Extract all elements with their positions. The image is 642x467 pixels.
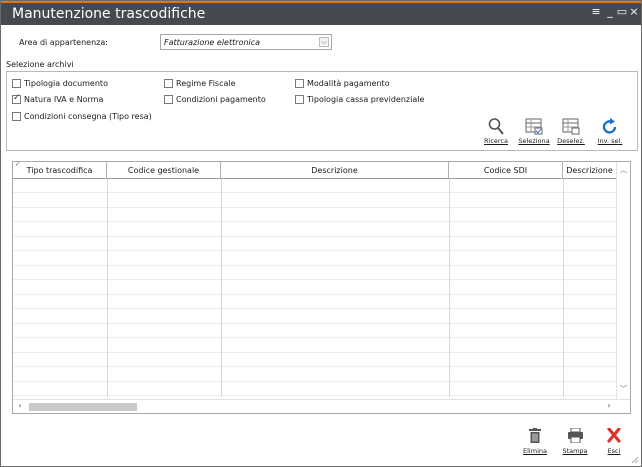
checkbox-condizioni-consegna[interactable]: Condizioni consegna (Tipo resa) — [12, 112, 152, 121]
main-window: Manutenzione trascodifiche ≡ _ ▭ × Area … — [0, 0, 642, 467]
column-divider — [563, 179, 564, 397]
table-row[interactable] — [13, 382, 616, 396]
trascodifiche-grid[interactable]: ✓ Tipo trascodifica Codice gestionale De… — [12, 161, 631, 414]
area-select[interactable]: Fatturazione elettronica ⌵ — [160, 34, 332, 50]
area-select-value: Fatturazione elettronica — [164, 38, 261, 47]
checkbox-box[interactable] — [164, 95, 173, 104]
checkbox-label: Condizioni pagamento — [176, 95, 266, 104]
chevron-down-icon[interactable]: ﹀ — [617, 384, 630, 396]
window-title: Manutenzione trascodifiche — [12, 6, 206, 22]
selezione-archivi-label: Selezione archivi — [6, 60, 74, 69]
table-row[interactable] — [13, 324, 616, 338]
table-deselect-icon — [556, 117, 586, 135]
checkbox-box[interactable] — [164, 79, 173, 88]
checkbox-natura-iva[interactable]: Natura IVA e Norma — [12, 93, 104, 104]
esci-button[interactable]: Esci — [599, 427, 629, 455]
scrollbar-thumb[interactable] — [29, 403, 137, 411]
checkbox-box[interactable] — [295, 79, 304, 88]
printer-icon — [567, 427, 583, 444]
checkbox-box[interactable] — [12, 93, 21, 104]
horizontal-scrollbar[interactable]: ‹ › — [13, 399, 630, 413]
stampa-button[interactable]: Stampa — [560, 427, 590, 455]
table-select-icon — [517, 117, 551, 135]
checkbox-box[interactable] — [12, 112, 21, 121]
column-divider — [221, 179, 222, 397]
selezione-archivi-panel: Tipologia documento Regime Fiscale Modal… — [6, 71, 638, 151]
title-bar: Manutenzione trascodifiche ≡ _ ▭ × — [1, 1, 641, 25]
table-row[interactable] — [13, 179, 616, 193]
table-row[interactable] — [13, 353, 616, 367]
deselez-button[interactable]: Deselez. — [556, 117, 586, 145]
chevron-up-icon[interactable]: ︿ — [617, 165, 630, 177]
table-row[interactable] — [13, 368, 616, 382]
column-divider — [107, 179, 108, 397]
close-icon[interactable]: × — [627, 5, 641, 18]
checkbox-label: Natura IVA e Norma — [24, 95, 104, 104]
area-label: Area di appartenenza: — [19, 38, 108, 47]
seleziona-label: Seleziona — [518, 137, 550, 145]
table-row[interactable] — [13, 208, 616, 222]
vertical-scrollbar[interactable]: ︿ ﹀ — [616, 162, 630, 399]
table-row[interactable] — [13, 295, 616, 309]
ricerca-label: Ricerca — [484, 137, 508, 145]
esci-label: Esci — [607, 447, 621, 455]
grid-header: ✓ Tipo trascodifica Codice gestionale De… — [13, 162, 630, 179]
column-header-tipo-trascodifica[interactable]: Tipo trascodifica — [13, 162, 107, 179]
checkbox-tipologia-documento[interactable]: Tipologia documento — [12, 79, 108, 88]
column-header-codice-sdi[interactable]: Codice SDI — [449, 162, 563, 179]
inv-sel-button[interactable]: Inv. sel. — [593, 117, 627, 145]
checkbox-condizioni-pagamento[interactable]: Condizioni pagamento — [164, 95, 266, 104]
chevron-right-icon[interactable]: › — [603, 401, 615, 410]
checkbox-box[interactable] — [12, 79, 21, 88]
table-row[interactable] — [13, 194, 616, 208]
checkbox-label: Modalità pagamento — [307, 79, 390, 88]
chevron-down-icon[interactable]: ⌵ — [319, 37, 329, 47]
trash-icon — [529, 428, 541, 443]
checkbox-label: Tipologia documento — [24, 79, 108, 88]
elimina-button[interactable]: Elimina — [520, 428, 550, 455]
ricerca-button[interactable]: Ricerca — [481, 117, 511, 145]
close-x-icon — [607, 427, 621, 443]
checkbox-regime-fiscale[interactable]: Regime Fiscale — [164, 79, 236, 88]
checkbox-label: Condizioni consegna (Tipo resa) — [24, 112, 152, 121]
stampa-label: Stampa — [562, 447, 588, 455]
table-row[interactable] — [13, 252, 616, 266]
search-icon — [481, 117, 511, 135]
table-row[interactable] — [13, 223, 616, 237]
column-header-codice-gestionale[interactable]: Codice gestionale — [107, 162, 221, 179]
resize-grip-icon[interactable] — [631, 456, 639, 464]
table-row[interactable] — [13, 310, 616, 324]
checkbox-label: Tipologia cassa previdenziale — [307, 95, 425, 104]
checkbox-label: Regime Fiscale — [176, 79, 236, 88]
column-header-descrizione[interactable]: Descrizione — [221, 162, 449, 179]
chevron-left-icon[interactable]: ‹ — [14, 401, 26, 410]
checkbox-modalita-pagamento[interactable]: Modalità pagamento — [295, 79, 390, 88]
inv-sel-label: Inv. sel. — [597, 137, 623, 145]
elimina-label: Elimina — [523, 447, 547, 455]
checkbox-tipologia-cassa[interactable]: Tipologia cassa previdenziale — [295, 95, 424, 104]
checkbox-box[interactable] — [295, 95, 304, 104]
table-row[interactable] — [13, 339, 616, 353]
table-row[interactable] — [13, 237, 616, 251]
table-row[interactable] — [13, 266, 616, 280]
column-header-descrizione-sdi[interactable]: Descrizione — [563, 162, 616, 179]
refresh-icon — [593, 117, 627, 135]
table-row[interactable] — [13, 281, 616, 295]
deselez-label: Deselez. — [557, 137, 585, 145]
menu-icon[interactable]: ≡ — [589, 5, 603, 18]
column-divider — [449, 179, 450, 397]
seleziona-button[interactable]: Seleziona — [517, 117, 551, 145]
